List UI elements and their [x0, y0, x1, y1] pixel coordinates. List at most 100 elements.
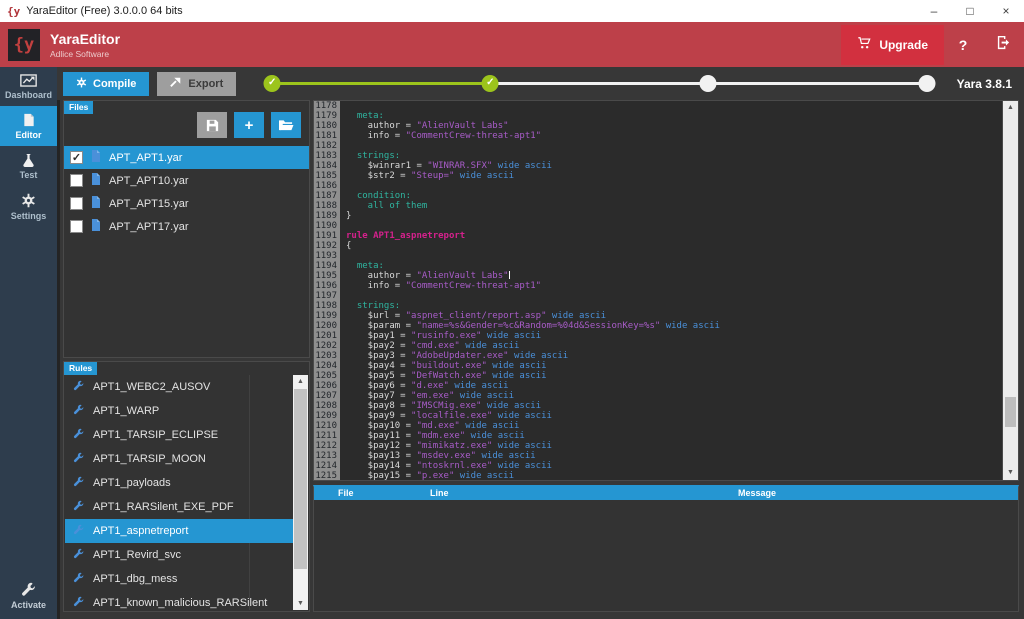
stepper-line [708, 82, 926, 85]
line-number: 1184 [314, 161, 340, 171]
code-line: 1178 [314, 101, 1002, 111]
line-number: 1187 [314, 191, 340, 201]
file-row[interactable]: ✓APT_APT1.yar [64, 146, 309, 169]
rule-wrench-icon [73, 380, 84, 394]
line-number: 1215 [314, 471, 340, 480]
sidebar-item-test[interactable]: Test [0, 146, 57, 186]
rule-name: APT1_dbg_mess [93, 573, 177, 585]
dashboard-icon [0, 74, 57, 87]
compile-button[interactable]: Compile [63, 72, 149, 96]
line-number: 1197 [314, 291, 340, 301]
line-number: 1182 [314, 141, 340, 151]
scroll-up-icon[interactable]: ▲ [1003, 101, 1018, 115]
code-line: 1188 all of them [314, 201, 1002, 211]
stepper-step-3 [700, 75, 717, 92]
scrollbar-thumb[interactable] [1005, 397, 1016, 427]
rule-wrench-icon [73, 452, 84, 466]
file-row[interactable]: APT_APT15.yar [64, 192, 309, 215]
brand: YaraEditor Adlice Software [50, 31, 120, 59]
code-line: 1204 $pay4 = "buildout.exe" wide ascii [314, 361, 1002, 371]
line-number: 1195 [314, 271, 340, 281]
maximize-button[interactable]: □ [952, 0, 988, 22]
code-line: 1203 $pay3 = "AdobeUpdater.exe" wide asc… [314, 351, 1002, 361]
rule-row[interactable]: APT1_WEBC2_AUSOV [65, 375, 293, 399]
rules-scrollbar[interactable]: ▲ ▼ [293, 375, 308, 610]
code-lines: 11781179 meta:1180 author = "AlienVault … [314, 101, 1002, 480]
sidebar-item-activate[interactable]: Activate [0, 575, 57, 616]
rule-row[interactable]: APT1_known_malicious_RARSilent [65, 591, 293, 610]
sidebar-item-editor[interactable]: Editor [0, 106, 57, 146]
file-checkbox[interactable] [70, 174, 83, 187]
header-actions: Upgrade ? [841, 22, 1024, 67]
sidebar-item-label: Test [0, 170, 57, 180]
code-line: 1213 $pay13 = "msdev.exe" wide ascii [314, 451, 1002, 461]
minimize-button[interactable]: – [916, 0, 952, 22]
editor-toolbar: Compile Export ✓✓ Yara 3.8.1 [57, 67, 1024, 100]
rule-wrench-icon [73, 596, 84, 610]
exit-button[interactable] [982, 35, 1024, 55]
scroll-down-icon[interactable]: ▼ [293, 597, 308, 610]
rule-row[interactable]: APT1_dbg_mess [65, 567, 293, 591]
code-line: 1185 $str2 = "Steup=" wide ascii [314, 171, 1002, 181]
code-editor[interactable]: 11781179 meta:1180 author = "AlienVault … [313, 100, 1019, 481]
gear-icon [76, 77, 87, 91]
file-checkbox[interactable]: ✓ [70, 151, 83, 164]
editor-scrollbar[interactable]: ▲ ▼ [1002, 101, 1018, 480]
add-file-button[interactable]: + [234, 112, 264, 138]
line-number: 1196 [314, 281, 340, 291]
rule-row[interactable]: APT1_TARSIP_MOON [65, 447, 293, 471]
rule-row[interactable]: APT1_RARSilent_EXE_PDF [65, 495, 293, 519]
code-line: 1202 $pay2 = "cmd.exe" wide ascii [314, 341, 1002, 351]
window-controls: – □ × [916, 0, 1024, 22]
open-file-button[interactable] [271, 112, 301, 138]
code-line: 1196 info = "CommentCrew-threat-apt1" [314, 281, 1002, 291]
scroll-up-icon[interactable]: ▲ [293, 375, 308, 388]
sidebar: Dashboard Editor Test Settings Activate [0, 67, 57, 619]
stepper-line [272, 82, 490, 85]
file-checkbox[interactable] [70, 220, 83, 233]
file-checkbox[interactable] [70, 197, 83, 210]
line-number: 1186 [314, 181, 340, 191]
rules-list: APT1_WEBC2_AUSOVAPT1_WARPAPT1_TARSIP_ECL… [65, 375, 293, 610]
rule-row[interactable]: APT1_WARP [65, 399, 293, 423]
export-button[interactable]: Export [157, 72, 236, 96]
code-line: 1195 author = "AlienVault Labs" [314, 271, 1002, 281]
rule-row[interactable]: APT1_TARSIP_ECLIPSE [65, 423, 293, 447]
sidebar-item-label: Dashboard [0, 90, 57, 100]
rule-row[interactable]: APT1_payloads [65, 471, 293, 495]
stepper-step-2-check-icon: ✓ [482, 75, 499, 92]
rule-row[interactable]: APT1_aspnetreport [65, 519, 293, 543]
code-line: 1180 author = "AlienVault Labs" [314, 121, 1002, 131]
messages-body [314, 500, 1018, 611]
rule-row[interactable]: APT1_Revird_svc [65, 543, 293, 567]
plus-icon: + [245, 117, 254, 134]
files-panel: Files + ✓APT_APT1.yarAPT_APT10.yarAPT_AP… [63, 100, 310, 358]
file-row[interactable]: APT_APT17.yar [64, 215, 309, 238]
scrollbar-thumb[interactable] [294, 389, 307, 569]
line-number: 1209 [314, 411, 340, 421]
sidebar-item-settings[interactable]: Settings [0, 186, 57, 227]
window-title: YaraEditor (Free) 3.0.0.0 64 bits [26, 5, 182, 17]
sidebar-item-label: Activate [0, 600, 57, 610]
save-file-button[interactable] [197, 112, 227, 138]
messages-column-message[interactable]: Message [738, 487, 776, 500]
file-row[interactable]: APT_APT10.yar [64, 169, 309, 192]
rule-wrench-icon [73, 572, 84, 586]
upgrade-button[interactable]: Upgrade [841, 25, 944, 65]
code-line: 1197 [314, 291, 1002, 301]
sidebar-item-dashboard[interactable]: Dashboard [0, 67, 57, 106]
code-line: 1212 $pay12 = "mimikatz.exe" wide ascii [314, 441, 1002, 451]
line-number: 1210 [314, 421, 340, 431]
titlebar: {y YaraEditor (Free) 3.0.0.0 64 bits – □… [0, 0, 1024, 22]
messages-panel: File Line Message [313, 485, 1019, 612]
messages-column-file[interactable]: File [338, 487, 354, 500]
line-number: 1189 [314, 211, 340, 221]
code-line: 1201 $pay1 = "rusinfo.exe" wide ascii [314, 331, 1002, 341]
help-button[interactable]: ? [944, 37, 982, 53]
messages-column-line[interactable]: Line [430, 487, 449, 500]
file-name: APT_APT15.yar [109, 198, 188, 210]
code-line: 1208 $pay8 = "IMSCMig.exe" wide ascii [314, 401, 1002, 411]
rule-wrench-icon [73, 428, 84, 442]
scroll-down-icon[interactable]: ▼ [1003, 466, 1018, 480]
close-button[interactable]: × [988, 0, 1024, 22]
